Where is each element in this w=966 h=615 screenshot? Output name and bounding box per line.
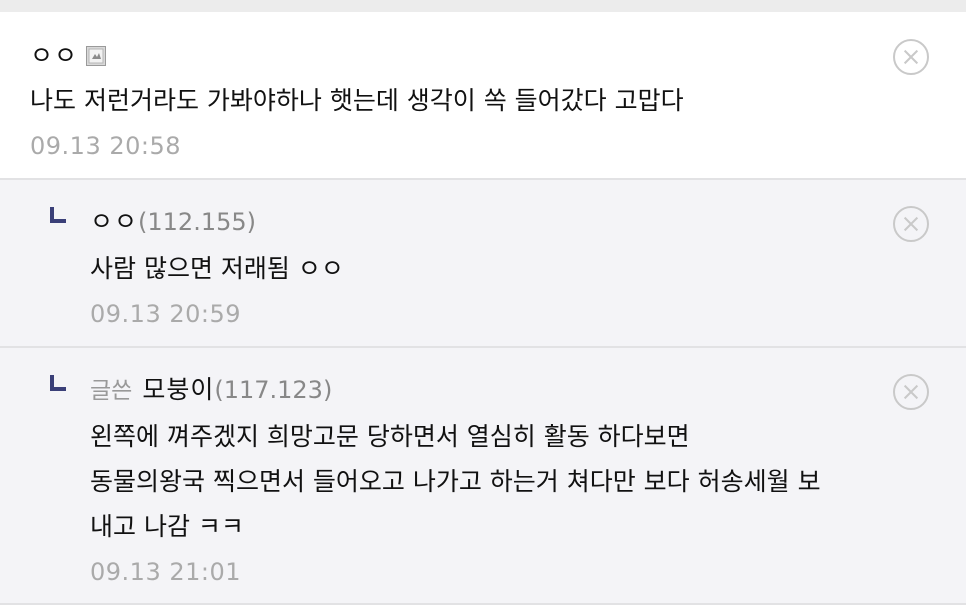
bottom-spacer: [0, 605, 966, 615]
delete-comment-button[interactable]: [893, 206, 929, 242]
writer-badge: 글쓴: [90, 378, 133, 404]
fixed-nick-icon: [86, 46, 107, 66]
comment-text: 사람 많으면 저래됨 ㅇㅇ: [90, 254, 344, 283]
comment-author: ㅇㅇ: [30, 36, 107, 72]
delete-comment-button[interactable]: [893, 374, 929, 410]
author-ip: (117.123): [214, 376, 333, 404]
comment-date: 09.13 20:58: [30, 132, 181, 160]
comment-item: ㅇㅇ 나도 저런거라도 가봐야하나 햇는데 생각이 쏙 들어갔다 고맙다 09.…: [0, 12, 966, 180]
comment-text-line: 왼쪽에 껴주겠지 희망고문 당하면서 열심히 활동 하다보면: [90, 422, 690, 451]
author-nickname[interactable]: ㅇㅇ: [30, 36, 78, 72]
comment-text-line: 내고 나감 ㅋㅋ: [90, 512, 244, 541]
author-nickname[interactable]: 모붕이: [142, 370, 214, 406]
comment-author: ㅇㅇ (112.155): [90, 202, 256, 238]
author-nickname[interactable]: ㅇㅇ: [90, 202, 138, 238]
comment-date: 09.13 21:01: [90, 558, 241, 586]
reply-item: 글쓴 모붕이 (117.123) 왼쪽에 껴주겠지 희망고문 당하면서 열심히 …: [0, 348, 966, 605]
comment-text-line: 동물의왕국 찍으면서 들어오고 나가고 하는거 쳐다만 보다 허송세월 보: [90, 467, 821, 496]
author-ip: (112.155): [138, 208, 256, 236]
comment-date: 09.13 20:59: [90, 300, 241, 328]
comment-author: 글쓴 모붕이 (117.123): [90, 370, 332, 406]
reply-arrow-icon: [50, 207, 66, 223]
reply-arrow-icon: [50, 375, 66, 391]
reply-item: ㅇㅇ (112.155) 사람 많으면 저래됨 ㅇㅇ 09.13 20:59: [0, 180, 966, 348]
comment-text: 나도 저런거라도 가봐야하나 햇는데 생각이 쏙 들어갔다 고맙다: [30, 86, 684, 115]
delete-comment-button[interactable]: [893, 39, 929, 75]
top-divider: [0, 0, 966, 12]
